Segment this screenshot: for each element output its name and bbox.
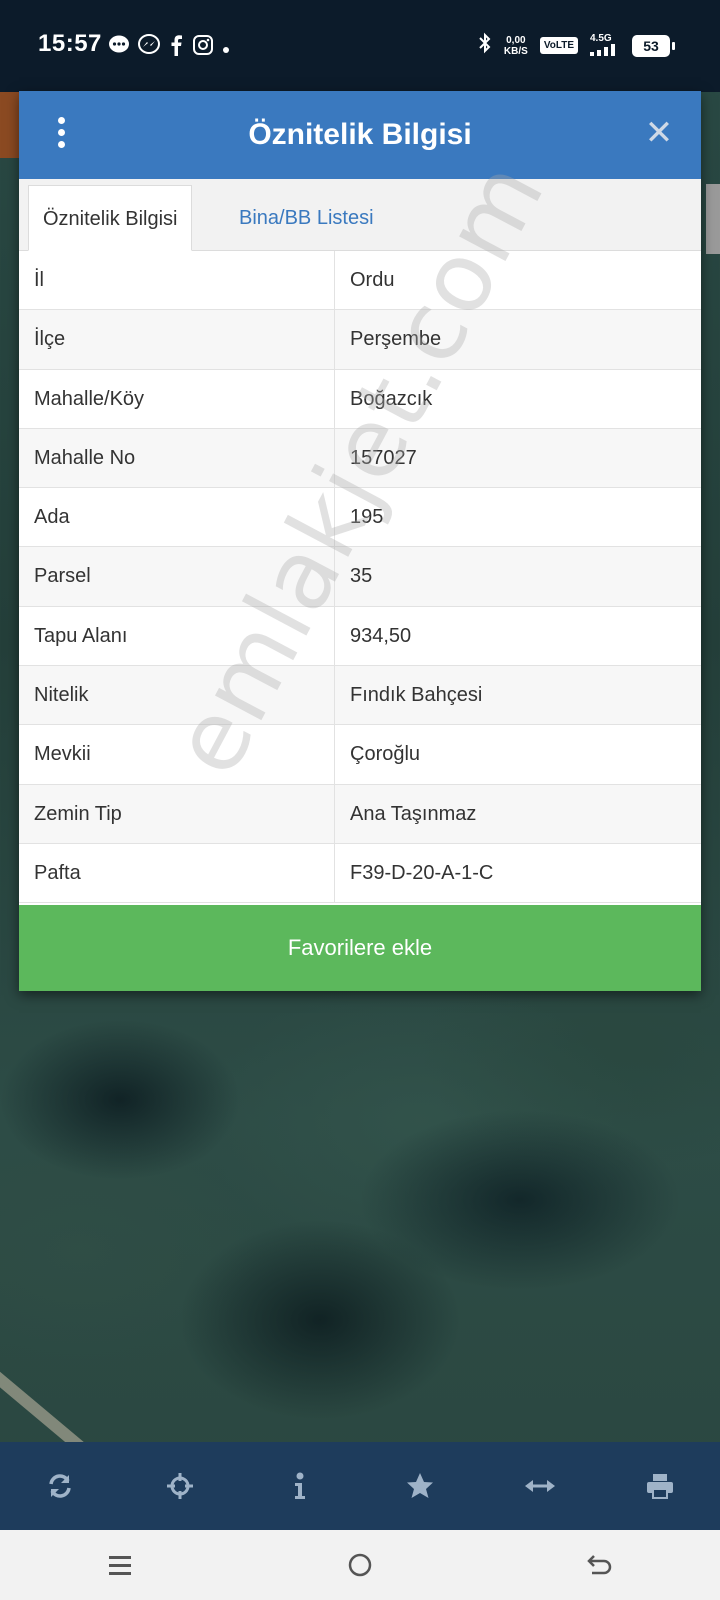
tab-attribute-info[interactable]: Öznitelik Bilgisi [28, 185, 193, 251]
chat-bubble-icon [108, 34, 130, 61]
table-row: Nitelik Fındık Bahçesi [19, 666, 701, 726]
row-value: Çoroğlu [350, 743, 421, 766]
status-time: 15:57 [38, 30, 102, 57]
row-value: Ana Taşınmaz [350, 802, 477, 825]
row-value: F39-D-20-A-1-C [350, 861, 494, 884]
network-type: 4.5G [590, 32, 612, 44]
tab-building-list[interactable]: Bina/BB Listesi [225, 185, 388, 251]
row-key: Zemin Tip [19, 784, 335, 843]
table-row: Tapu Alanı 934,50 [19, 606, 701, 667]
dot-icon [222, 37, 230, 59]
tab-bar: Öznitelik Bilgisi Bina/BB Listesi [19, 179, 701, 251]
bluetooth-icon [478, 32, 492, 59]
row-key: Mahalle/Köy [19, 369, 335, 428]
refresh-icon[interactable] [30, 1456, 90, 1516]
status-right-icons: 0,00 KB/S VoLTE 4.5G 53 [478, 32, 675, 59]
close-icon[interactable]: ✕ [639, 113, 679, 153]
status-bar: 15:57 0,00 KB/S VoLTE 4.5G 53 [0, 0, 720, 92]
measure-icon[interactable] [510, 1456, 570, 1516]
row-key: Pafta [19, 843, 335, 903]
table-row: Pafta F39-D-20-A-1-C [19, 843, 701, 904]
row-value: 35 [350, 565, 373, 588]
dialog-title: Öznitelik Bilgisi [248, 118, 472, 151]
map-toolbar [0, 1442, 720, 1530]
map-scroll-handle [706, 184, 720, 254]
battery-icon: 53 [632, 34, 675, 57]
messenger-icon [138, 34, 160, 61]
info-icon[interactable] [270, 1456, 330, 1516]
network-indicator: 4.5G [590, 33, 620, 59]
volte-badge: VoLTE [539, 37, 578, 54]
facebook-icon [168, 34, 184, 61]
star-icon[interactable] [390, 1456, 450, 1516]
table-row: Mevkii Çoroğlu [19, 725, 701, 785]
row-key: İl [19, 251, 335, 310]
back-icon[interactable] [570, 1540, 630, 1590]
recent-apps-icon[interactable] [90, 1540, 150, 1590]
instagram-icon [192, 34, 214, 61]
home-icon[interactable] [330, 1540, 390, 1590]
table-row: İl Ordu [19, 251, 701, 311]
data-speed: 0,00 KB/S [504, 35, 528, 57]
print-icon[interactable] [630, 1456, 690, 1516]
notification-icons [108, 34, 230, 61]
dialog-header: Öznitelik Bilgisi ✕ [19, 91, 701, 179]
row-key: İlçe [19, 310, 335, 369]
speed-unit: KB/S [503, 45, 528, 57]
crosshair-icon[interactable] [150, 1456, 210, 1516]
signal-icon [590, 43, 615, 56]
system-nav-bar [0, 1530, 720, 1600]
table-row: Zemin Tip Ana Taşınmaz [19, 784, 701, 844]
speed-value: 0,00 [506, 34, 526, 46]
row-value: Fındık Bahçesi [350, 684, 483, 707]
add-favorites-button[interactable]: Favorilere ekle [19, 905, 701, 991]
row-value: 934,50 [350, 624, 412, 647]
